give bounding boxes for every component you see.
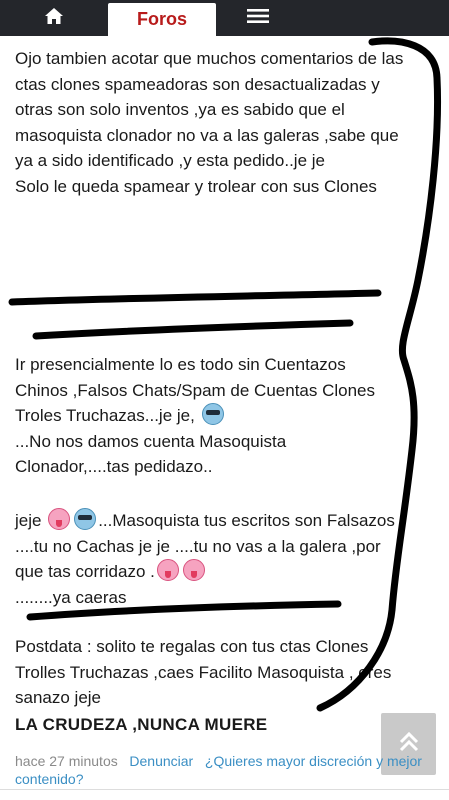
- cool-sunglasses-emoji-icon: [74, 508, 97, 530]
- post-closing-text: LA CRUDEZA ,NUNCA MUERE: [15, 715, 268, 734]
- post-paragraph-2: Ir presencialmente lo es todo sin Cuenta…: [15, 352, 395, 480]
- post-text-3a: jeje: [15, 511, 47, 530]
- post-text-4: Postdata : solito te regalas con tus cta…: [15, 637, 392, 707]
- post-text-1b: Solo le queda spamear y trolear con sus …: [15, 176, 377, 196]
- post-text-2a: Ir presencialmente lo es todo sin Cuenta…: [15, 355, 376, 425]
- post-text-3c: ........ya caeras: [15, 587, 127, 607]
- post-paragraph-4: Postdata : solito te regalas con tus cta…: [15, 634, 395, 711]
- report-link[interactable]: Denunciar: [129, 753, 193, 769]
- marker-stroke-second: [32, 319, 354, 340]
- post-paragraph-3: jeje ...Masoquista tus escritos son Fals…: [15, 508, 395, 610]
- post-text-3b: ...Masoquista tus escritos son Falsazos …: [15, 511, 395, 581]
- post-meta: hace 27 minutos Denunciar ¿Quieres mayor…: [15, 752, 440, 788]
- post-paragraph-1: Ojo tambien acotar que muchos comentario…: [15, 46, 415, 199]
- post-closing-line: LA CRUDEZA ,NUNCA MUERE: [15, 712, 395, 738]
- tongue-out-emoji-icon: [48, 508, 71, 530]
- divider: [0, 789, 449, 790]
- post-timestamp: hace 27 minutos: [15, 753, 118, 769]
- tab-foros[interactable]: Foros: [108, 3, 216, 36]
- home-icon: [44, 7, 64, 30]
- cool-sunglasses-emoji-icon: [201, 403, 224, 425]
- hamburger-menu-icon: [247, 8, 269, 29]
- tongue-out-emoji-icon: [182, 559, 205, 581]
- tongue-out-emoji-icon: [156, 559, 179, 581]
- nav-menu-button[interactable]: [216, 0, 300, 36]
- marker-stroke-top: [8, 289, 382, 306]
- tab-foros-label: Foros: [136, 9, 187, 29]
- nav-home-button[interactable]: [0, 0, 108, 36]
- top-nav-bar: Foros: [0, 0, 449, 36]
- post-text-1a: Ojo tambien acotar que muchos comentario…: [15, 49, 404, 170]
- post-text-2b: ...No nos damos cuenta Masoquista Clonad…: [15, 431, 287, 477]
